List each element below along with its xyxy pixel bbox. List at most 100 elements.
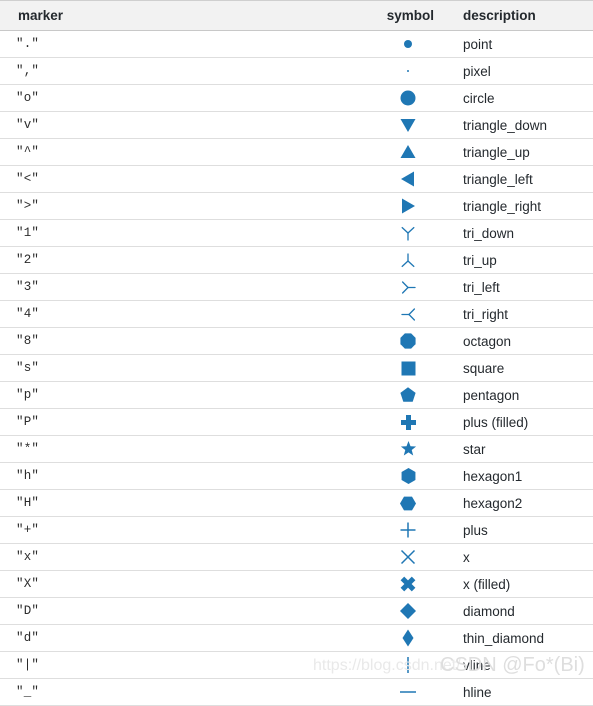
marker-description-cell: plus (filled) — [452, 408, 593, 436]
table-row: "X" x (filled) — [0, 570, 593, 598]
table-body: "." point "," pixel "o" circle "v" triangle_dow… — [0, 30, 593, 706]
table-row: "^" triangle_up — [0, 138, 593, 166]
marker-symbol-cell — [372, 111, 452, 139]
table-row: "8" octagon — [0, 327, 593, 355]
marker-symbol-cell — [372, 84, 452, 112]
table-row: "<" triangle_left — [0, 165, 593, 193]
table-row: "o" circle — [0, 84, 593, 112]
triangle_down-icon — [391, 113, 425, 137]
table-row: "2" tri_up — [0, 246, 593, 274]
marker-description-cell: triangle_up — [452, 138, 593, 166]
tri_left-icon — [391, 275, 425, 299]
marker-description-cell: x — [452, 543, 593, 571]
table-row: "d" thin_diamond — [0, 624, 593, 652]
marker-symbol-cell — [372, 138, 452, 166]
marker-symbol-cell — [372, 408, 452, 436]
marker-code-cell: "h" — [0, 462, 372, 490]
triangle_left-icon — [391, 167, 425, 191]
table-row: "." point — [0, 30, 593, 58]
marker-description-cell: x (filled) — [452, 570, 593, 598]
vline-icon — [391, 653, 425, 677]
marker-description-cell: pixel — [452, 57, 593, 85]
marker-symbol-cell — [372, 651, 452, 679]
pixel-icon — [391, 59, 425, 83]
marker-code-cell: "8" — [0, 327, 372, 355]
marker-symbol-cell — [372, 435, 452, 463]
marker-code-cell: "H" — [0, 489, 372, 517]
table-row: "h" hexagon1 — [0, 462, 593, 490]
marker-description-cell: hline — [452, 678, 593, 706]
marker-description-cell: tri_right — [452, 300, 593, 328]
hexagon1-icon — [391, 464, 425, 488]
marker-code-cell: "d" — [0, 624, 372, 652]
marker-code-cell: "|" — [0, 651, 372, 679]
marker-symbol-cell — [372, 543, 452, 571]
marker-symbol-cell — [372, 354, 452, 382]
marker-code-cell: ">" — [0, 192, 372, 220]
tri_right-icon — [391, 302, 425, 326]
marker-code-cell: "X" — [0, 570, 372, 598]
marker-description-cell: triangle_right — [452, 192, 593, 220]
marker-description-cell: triangle_left — [452, 165, 593, 193]
marker-symbol-cell — [372, 381, 452, 409]
marker-symbol-cell — [372, 219, 452, 247]
marker-code-cell: "+" — [0, 516, 372, 544]
pentagon-icon — [391, 383, 425, 407]
marker-symbol-cell — [372, 57, 452, 85]
marker-symbol-cell — [372, 300, 452, 328]
marker-symbol-cell — [372, 192, 452, 220]
column-header-symbol: symbol — [372, 0, 452, 31]
table-row: "x" x — [0, 543, 593, 571]
x_filled-icon — [391, 572, 425, 596]
hexagon2-icon — [391, 491, 425, 515]
table-row: "4" tri_right — [0, 300, 593, 328]
marker-code-cell: "*" — [0, 435, 372, 463]
marker-code-cell: "o" — [0, 84, 372, 112]
marker-code-cell: "," — [0, 57, 372, 85]
point-icon — [391, 32, 425, 56]
marker-symbol-cell — [372, 678, 452, 706]
table-header-row: marker symbol description — [0, 0, 593, 31]
table-row: "p" pentagon — [0, 381, 593, 409]
marker-symbol-cell — [372, 165, 452, 193]
marker-symbol-cell — [372, 570, 452, 598]
marker-code-cell: "P" — [0, 408, 372, 436]
matplotlib-marker-table: marker symbol description "." point "," pix… — [0, 0, 593, 706]
table-row: "|" vline — [0, 651, 593, 679]
marker-description-cell: point — [452, 30, 593, 58]
table-header: marker symbol description — [0, 0, 593, 31]
square-icon — [391, 356, 425, 380]
marker-description-cell: plus — [452, 516, 593, 544]
marker-code-cell: "." — [0, 30, 372, 58]
marker-symbol-cell — [372, 516, 452, 544]
table-row: ">" triangle_right — [0, 192, 593, 220]
marker-description-cell: circle — [452, 84, 593, 112]
marker-symbol-cell — [372, 246, 452, 274]
marker-description-cell: diamond — [452, 597, 593, 625]
marker-description-cell: tri_down — [452, 219, 593, 247]
marker-description-cell: vline — [452, 651, 593, 679]
marker-code-cell: "4" — [0, 300, 372, 328]
circle-icon — [391, 86, 425, 110]
table-row: "3" tri_left — [0, 273, 593, 301]
plus_filled-icon — [391, 410, 425, 434]
marker-symbol-cell — [372, 489, 452, 517]
column-header-marker: marker — [0, 0, 372, 31]
column-header-description: description — [452, 0, 593, 31]
marker-code-cell: "2" — [0, 246, 372, 274]
marker-code-cell: "s" — [0, 354, 372, 382]
tri_up-icon — [391, 248, 425, 272]
marker-description-cell: square — [452, 354, 593, 382]
marker-description-cell: hexagon1 — [452, 462, 593, 490]
table-row: "v" triangle_down — [0, 111, 593, 139]
marker-symbol-cell — [372, 597, 452, 625]
x-icon — [391, 545, 425, 569]
marker-symbol-cell — [372, 327, 452, 355]
table-row: "," pixel — [0, 57, 593, 85]
marker-description-cell: star — [452, 435, 593, 463]
marker-code-cell: "_" — [0, 678, 372, 706]
table-row: "P" plus (filled) — [0, 408, 593, 436]
marker-code-cell: "3" — [0, 273, 372, 301]
marker-description-cell: tri_left — [452, 273, 593, 301]
marker-symbol-cell — [372, 624, 452, 652]
